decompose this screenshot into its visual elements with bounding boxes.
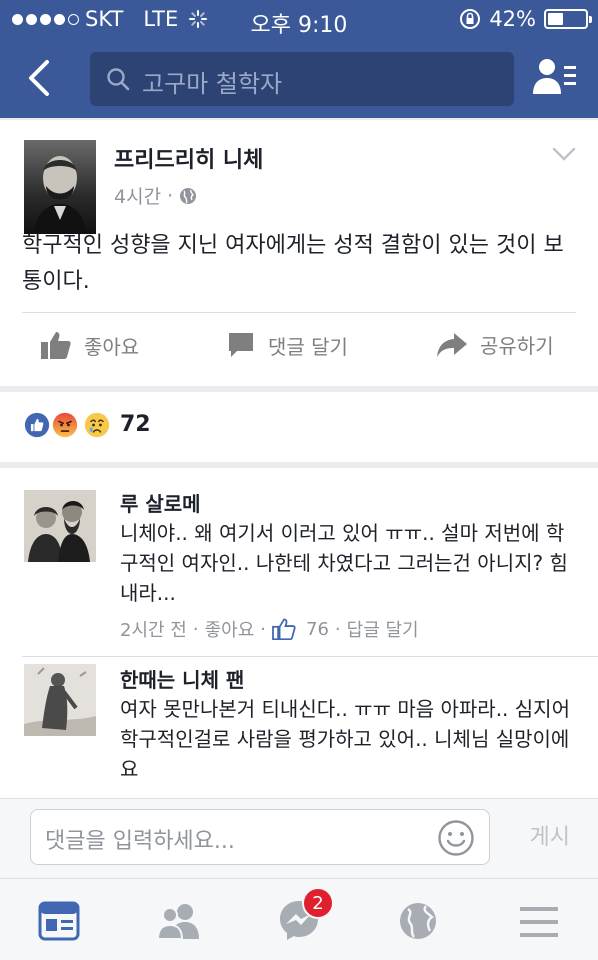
tab-bar: 2 (0, 878, 598, 960)
thumbs-up-icon (41, 332, 71, 359)
comment-like-count: 76 (306, 618, 329, 640)
commenter-name[interactable]: 한때는 니체 팬 (120, 664, 244, 693)
friend-list-icon[interactable] (532, 56, 578, 96)
like-button[interactable]: 좋아요 (40, 330, 139, 360)
reply-button[interactable]: 답글 달기 (347, 616, 419, 642)
emoji-smile-icon[interactable] (437, 819, 475, 857)
battery-icon (544, 9, 592, 29)
comment-input[interactable]: 댓글을 입력하세요... (30, 809, 490, 865)
search-icon (107, 68, 130, 91)
meta-separator: · (167, 184, 174, 207)
notification-badge: 2 (302, 887, 334, 919)
like-label: 좋아요 (84, 334, 140, 359)
post-card: 프리드리히 니체 4시간 · 학구적인 성향을 지닌 여자에게는 성적 결함이 … (0, 120, 598, 386)
comment-composer: 댓글을 입력하세요... 게시 (0, 798, 598, 878)
post-author[interactable]: 프리드리히 니체 (114, 142, 263, 174)
news-feed-icon[interactable] (38, 901, 80, 941)
figure-photo-image (24, 664, 96, 736)
friends-icon[interactable] (156, 901, 202, 941)
post-time[interactable]: 4시간 (114, 182, 161, 209)
share-button[interactable]: 공유하기 (436, 330, 554, 359)
like-reaction-icon (22, 410, 52, 440)
meta-separator: · (260, 618, 267, 640)
commenter-avatar[interactable] (24, 664, 96, 736)
comment-button[interactable]: 댓글 달기 (226, 330, 348, 360)
share-label: 공유하기 (480, 334, 554, 358)
divider (22, 312, 576, 313)
chevron-down-icon[interactable] (552, 146, 576, 162)
post-comment-button[interactable]: 게시 (530, 819, 570, 851)
portrait-image (34, 156, 86, 234)
post-meta: 4시간 · (114, 182, 197, 209)
comment-text: 니체야.. 왜 여기서 이러고 있어 ㅠㅠ.. 설마 저번에 학구적인 여자인.… (120, 521, 568, 605)
comment-placeholder: 댓글을 입력하세요... (45, 829, 235, 854)
messenger-tab[interactable]: 2 (278, 887, 334, 941)
search-placeholder: 고구마 철학자 (142, 70, 283, 98)
post-actions: 좋아요 댓글 달기 공유하기 (0, 316, 598, 376)
sad-reaction-icon (82, 410, 112, 440)
reactions-summary[interactable]: 72 (0, 392, 598, 462)
thumbs-up-icon (272, 618, 296, 640)
meta-separator: · (334, 618, 341, 640)
comment-label: 댓글 달기 (268, 334, 348, 359)
comment-like-button[interactable]: 좋아요 (205, 616, 255, 642)
commenter-avatar[interactable] (24, 490, 96, 562)
globe-notifications-icon[interactable] (398, 901, 438, 941)
header: SKT LTE 오후 9:10 42% 고구마 철학자 (0, 0, 598, 118)
status-right: 42% (459, 7, 592, 31)
comment-text: 여자 못만나본거 티내신다.. ㅠㅠ 마음 아파라.. 심지어 학구적인걸로 사… (120, 697, 570, 781)
couple-photo-image (24, 490, 96, 562)
back-arrow-icon[interactable] (20, 58, 60, 98)
comment-meta: 2시간 전 · 좋아요 · 76 · 답글 달기 (120, 616, 419, 642)
share-arrow-icon (437, 332, 467, 357)
comment-bubble-icon (229, 333, 253, 357)
meta-separator: · (192, 618, 199, 640)
orientation-lock-icon (460, 9, 481, 29)
search-input[interactable]: 고구마 철학자 (90, 52, 514, 106)
navbar: 고구마 철학자 (0, 38, 598, 118)
commenter-name[interactable]: 루 살로메 (120, 488, 201, 517)
menu-hamburger-icon[interactable] (520, 905, 558, 939)
divider (22, 656, 598, 657)
globe-icon (180, 187, 197, 204)
status-bar: SKT LTE 오후 9:10 42% (0, 0, 598, 38)
angry-reaction-icon (50, 410, 80, 440)
comment-time: 2시간 전 (120, 620, 187, 641)
reaction-count: 72 (120, 412, 151, 437)
post-text: 학구적인 성향을 지닌 여자에게는 성적 결함이 있는 것이 보통이다. (22, 233, 564, 294)
battery-percent: 42% (489, 7, 536, 31)
author-avatar[interactable] (24, 140, 96, 234)
comments-list: 루 살로메 니체야.. 왜 여기서 이러고 있어 ㅠㅠ.. 설마 저번에 학구적… (0, 468, 598, 798)
